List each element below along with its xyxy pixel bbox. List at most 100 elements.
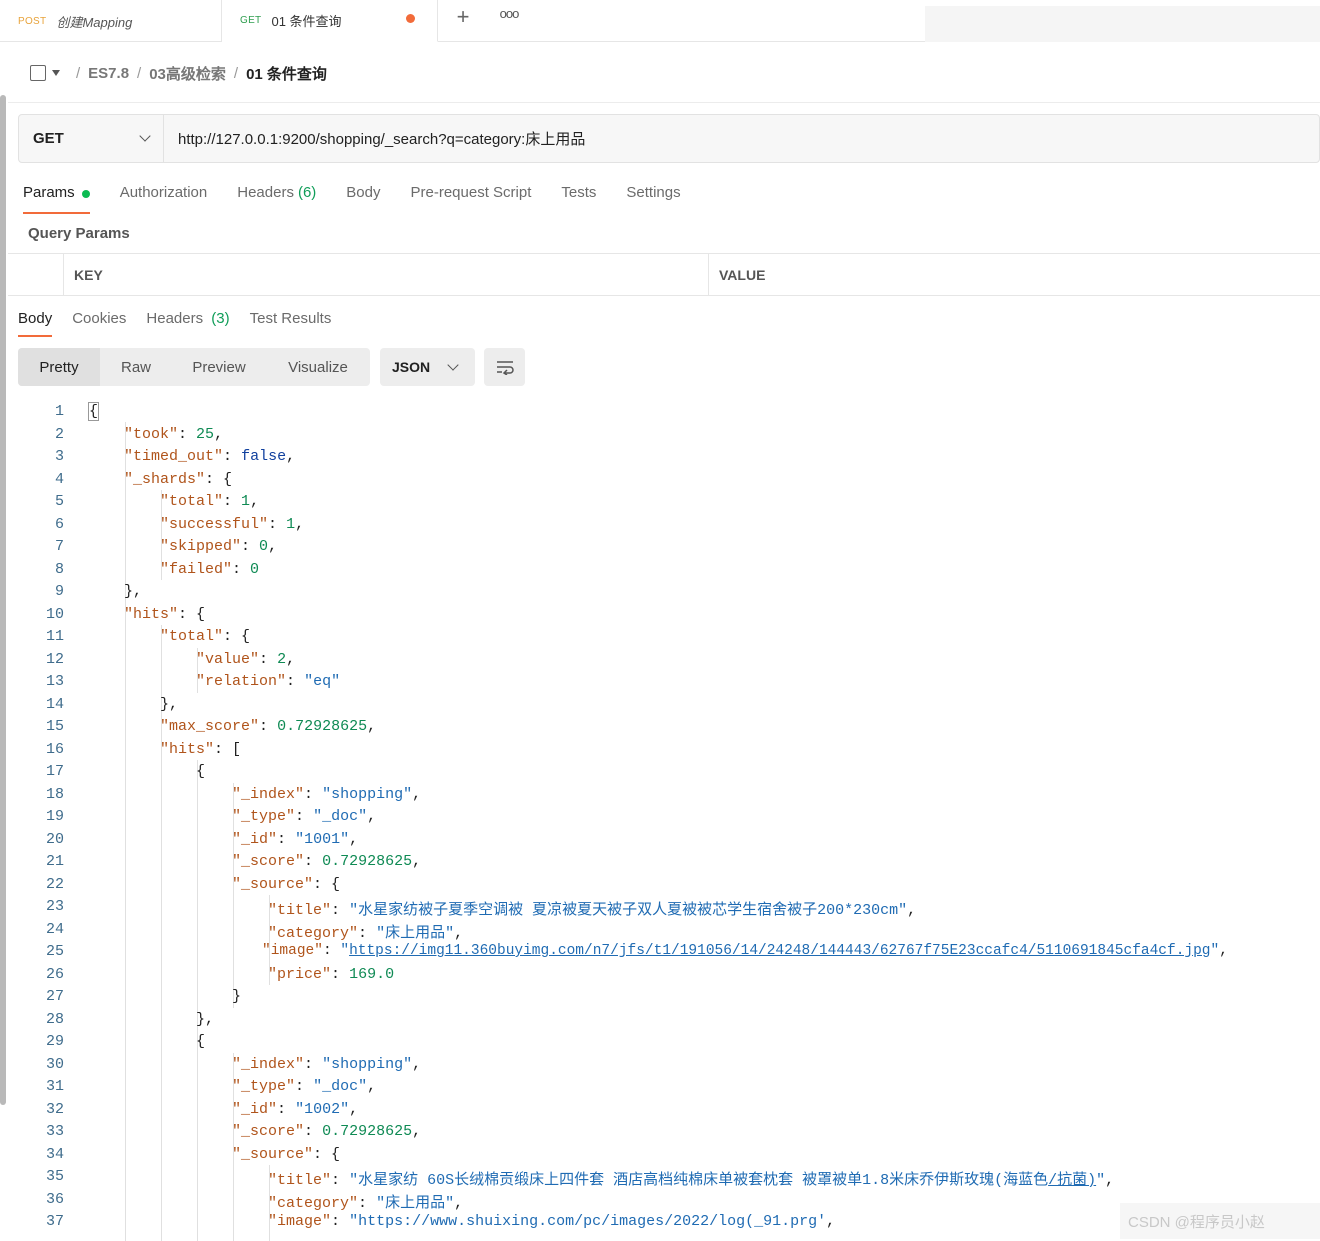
breadcrumb-collection[interactable]: ES7.8 [88, 65, 129, 82]
code-line: "title": "水星家纺 60S长绒棉贡缎床上四件套 酒店高档纯棉床单被套枕… [268, 1172, 1115, 1189]
tab-title: 创建Mapping [56, 14, 133, 30]
tab-params[interactable]: Params [23, 180, 90, 214]
line-number: 2 [54, 426, 64, 443]
line-number: 36 [45, 1191, 64, 1208]
code-line: }, [88, 1011, 215, 1028]
wrap-lines-icon [496, 361, 514, 375]
code-line: "price": 169.0 [268, 966, 395, 983]
params-table-header: KEY VALUE [8, 253, 1320, 296]
code-line: "category": "床上用品", [268, 1195, 464, 1212]
method-value: GET [33, 130, 64, 147]
code-line: { [88, 763, 206, 780]
line-number: 12 [45, 651, 64, 668]
tab-headers[interactable]: Headers (6) [237, 180, 316, 212]
code-line: "title": "水星家纺被子夏季空调被 夏凉被夏天被子双人夏被被芯学生宿舍被… [268, 902, 917, 919]
breadcrumb-separator: / [233, 64, 239, 82]
tab-title: 01 条件查询 [271, 14, 342, 29]
line-number: 5 [54, 493, 64, 510]
code-line: "total": { [160, 628, 251, 645]
code-line: "took": 25, [124, 426, 224, 443]
line-number: 11 [45, 628, 64, 645]
more-tabs-icon[interactable]: ooo [498, 6, 520, 26]
code-line: "_source": { [232, 1146, 341, 1163]
tab-method-get: GET [240, 15, 262, 26]
method-select[interactable]: GET [19, 115, 164, 162]
line-number: 6 [54, 516, 64, 533]
tab-settings[interactable]: Settings [626, 180, 680, 212]
tab-tests[interactable]: Tests [561, 180, 596, 212]
tab-test-results[interactable]: Test Results [250, 305, 332, 337]
url-input[interactable] [164, 115, 1319, 162]
breadcrumb: / ES7.8 / 03高级检索 / 01 条件查询 [30, 58, 327, 88]
tab-body[interactable]: Body [346, 180, 380, 212]
code-line: { [88, 1033, 206, 1050]
chevron-down-icon [447, 359, 459, 371]
tab-label: Headers [237, 184, 294, 201]
breadcrumb-folder[interactable]: 03高级检索 [149, 63, 226, 84]
title-link[interactable]: /抗菌) [1048, 1172, 1096, 1189]
tab-label: Tests [561, 184, 597, 201]
code-line: "skipped": 0, [160, 538, 278, 555]
caret-down-icon[interactable] [52, 70, 60, 76]
tab-response-body[interactable]: Body [18, 305, 53, 337]
tab-prerequest-script[interactable]: Pre-request Script [411, 180, 532, 212]
response-body-code[interactable]: 1 { 2 "took": 25, 3 "timed_out": false, … [0, 400, 1320, 1241]
code-line: "relation": "eq" [196, 673, 341, 690]
divider [8, 102, 1320, 103]
line-number: 1 [54, 403, 64, 420]
line-number: 15 [45, 718, 64, 735]
image-url-link[interactable]: https://img11.360buyimg.com/n7/jfs/t1/19… [349, 943, 1210, 959]
tab-label: Body [346, 184, 381, 201]
new-tab-plus-icon[interactable]: + [452, 4, 474, 30]
line-number: 18 [45, 786, 64, 803]
request-doc-icon[interactable] [30, 65, 46, 81]
breadcrumb-current[interactable]: 01 条件查询 [246, 63, 327, 84]
url-bar: GET [18, 114, 1320, 163]
wrap-lines-button[interactable] [484, 348, 525, 386]
line-number: 27 [45, 988, 64, 1005]
pretty-button[interactable]: Pretty [18, 348, 100, 386]
unsaved-dot-icon[interactable] [406, 14, 415, 23]
line-number: 8 [54, 561, 64, 578]
query-params-title: Query Params [28, 225, 130, 242]
line-number: 24 [45, 921, 64, 938]
preview-button[interactable]: Preview [172, 348, 266, 386]
tab-create-mapping[interactable]: POST 创建Mapping [0, 0, 222, 42]
key-column-header: KEY [64, 254, 709, 295]
format-value: JSON [392, 359, 431, 375]
code-line: "_id": "1002", [232, 1101, 359, 1118]
code-line: "value": 2, [196, 651, 296, 668]
line-number: 29 [45, 1033, 64, 1050]
code-line: "max_score": 0.72928625, [160, 718, 377, 735]
code-line: "_index": "shopping", [232, 1056, 422, 1073]
tab-label: Settings [626, 184, 681, 201]
format-select[interactable]: JSON [380, 348, 475, 386]
visualize-button[interactable]: Visualize [266, 348, 370, 386]
line-number: 7 [54, 538, 64, 555]
tab-response-headers[interactable]: Headers (3) [146, 305, 229, 337]
code-line: "successful": 1, [160, 516, 305, 533]
value-column-header: VALUE [719, 266, 766, 283]
code-line: "category": "床上用品", [268, 925, 464, 942]
breadcrumb-separator: / [137, 64, 142, 82]
tab-label: Headers [146, 310, 204, 327]
response-tabs: Body Cookies Headers (3) Test Results [18, 305, 351, 337]
line-number: 23 [45, 898, 64, 915]
headers-count: (6) [297, 184, 317, 201]
line-number: 16 [45, 741, 64, 758]
line-number: 3 [54, 448, 64, 465]
line-number: 31 [45, 1078, 64, 1095]
tab-label: Params [23, 184, 75, 201]
tab-condition-query[interactable]: GET 01 条件查询 [222, 0, 438, 42]
line-number: 10 [45, 606, 64, 623]
line-number: 9 [54, 583, 64, 600]
tab-authorization[interactable]: Authorization [120, 180, 208, 212]
line-number: 25 [45, 943, 64, 960]
tabbar-filler [925, 6, 1320, 42]
raw-button[interactable]: Raw [100, 348, 172, 386]
watermark: CSDN @程序员小赵 [1120, 1203, 1320, 1239]
tab-label: Authorization [119, 184, 208, 201]
line-number: 13 [45, 673, 64, 690]
line-number: 35 [45, 1168, 64, 1185]
tab-cookies[interactable]: Cookies [72, 305, 126, 337]
